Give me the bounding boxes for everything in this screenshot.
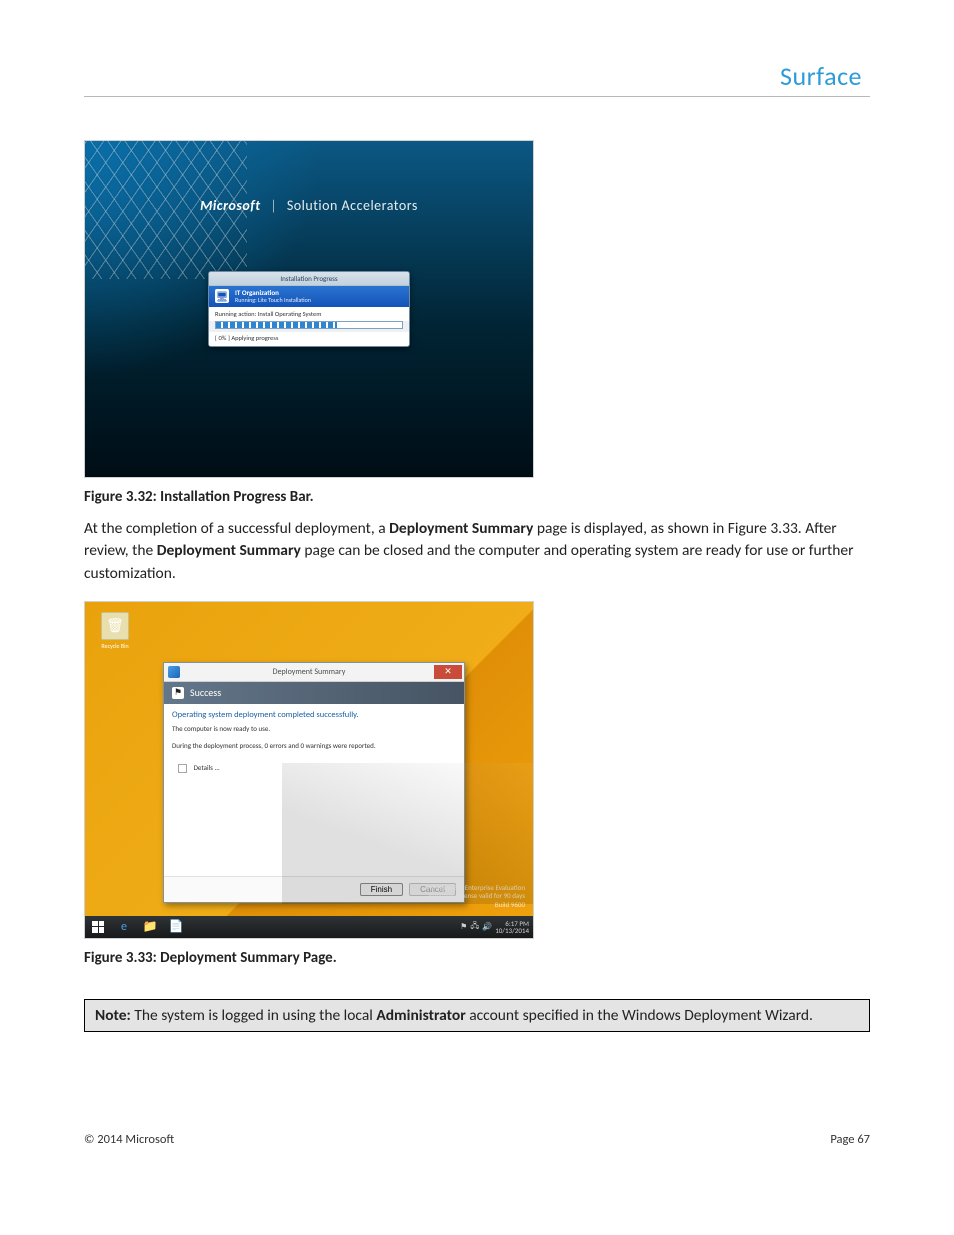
- brand-separator: |: [270, 197, 277, 214]
- errors-warnings-text: During the deployment process, 0 errors …: [172, 741, 456, 750]
- ready-text: The computer is now ready to use.: [172, 724, 456, 733]
- watermark-line3: Build 9600: [426, 901, 525, 910]
- flag-icon: ⚑: [172, 687, 184, 699]
- dialog-body: Operating system deployment completed su…: [164, 704, 464, 876]
- taskbar-clock[interactable]: 6:17 PM 10/13/2014: [495, 920, 529, 934]
- para-bold-2: Deployment Summary: [157, 541, 301, 560]
- note-text: account specified in the Windows Deploym…: [466, 1006, 813, 1025]
- ie-taskbar-button[interactable]: e: [111, 916, 137, 938]
- cancel-button: Cancel: [409, 883, 456, 896]
- app-taskbar-button[interactable]: 📄: [163, 916, 189, 938]
- flag-tray-icon[interactable]: ⚑: [460, 922, 467, 932]
- close-button[interactable]: ✕: [434, 665, 462, 679]
- document-page: Surface Microsoft | Solution Accelerator…: [0, 0, 954, 1235]
- trash-icon: [101, 612, 129, 640]
- running-action-text: Running action: Install Operating System: [209, 307, 409, 321]
- org-name: IT Organization: [235, 289, 311, 296]
- recycle-bin-icon[interactable]: Recycle Bin: [95, 612, 135, 650]
- network-tray-icon[interactable]: 🖧: [470, 920, 479, 934]
- app-icon: [168, 666, 180, 678]
- progress-bar: [215, 321, 403, 329]
- panel-org-row: 🖥 IT Organization Running: Lite Touch In…: [209, 286, 409, 307]
- header-rule: [84, 96, 870, 97]
- watermark-line1: Windows 8.1 Enterprise Evaluation: [426, 884, 525, 893]
- file-explorer-taskbar-button[interactable]: 📁: [137, 916, 163, 938]
- watermark-line2: Windows License valid for 90 days: [426, 892, 525, 901]
- progress-status-text: [ 0% ] Applying progress: [209, 332, 409, 346]
- desktop-watermark: Windows 8.1 Enterprise Evaluation Window…: [426, 884, 525, 910]
- win8-desktop: Recycle Bin Deployment Summary ✕ ⚑ Succe…: [85, 602, 533, 938]
- success-label: Success: [190, 686, 221, 699]
- note-bold: Administrator: [376, 1006, 465, 1025]
- dialog-button-row: Finish Cancel: [164, 876, 464, 902]
- page-content: Microsoft | Solution Accelerators Instal…: [84, 140, 870, 1032]
- copyright-text: © 2014 Microsoft: [84, 1132, 174, 1147]
- mdt-screenshot: Microsoft | Solution Accelerators Instal…: [85, 141, 533, 477]
- note-box: Note: The system is logged in using the …: [84, 999, 870, 1032]
- details-label: Details ...: [194, 763, 220, 772]
- page-footer: © 2014 Microsoft Page 67: [84, 1132, 870, 1147]
- volume-tray-icon[interactable]: 🔊: [482, 922, 492, 932]
- body-paragraph: At the completion of a successful deploy…: [84, 518, 870, 585]
- taskbar: e 📁 📄 ⚑ 🖧 🔊 6:17 PM 10/13/2014: [85, 916, 533, 938]
- page-number: Page 67: [830, 1132, 870, 1147]
- para-bold-1: Deployment Summary: [389, 519, 533, 538]
- system-tray: ⚑ 🖧 🔊 6:17 PM 10/13/2014: [460, 920, 533, 934]
- figure1-caption: Figure 3.32: Installation Progress Bar.: [84, 488, 870, 506]
- dialog-titlebar: Deployment Summary ✕: [164, 663, 464, 682]
- dialog-title: Deployment Summary: [184, 667, 434, 677]
- windows-logo-icon: [92, 921, 104, 933]
- details-toggle[interactable]: Details ...: [172, 763, 220, 772]
- computer-icon: 🖥: [215, 289, 229, 303]
- finish-button[interactable]: Finish: [360, 883, 403, 896]
- header-brand: Surface: [780, 60, 862, 92]
- figure-installation-progress: Microsoft | Solution Accelerators Instal…: [84, 140, 534, 478]
- clock-date: 10/13/2014: [495, 927, 529, 934]
- para-text: At the completion of a successful deploy…: [84, 519, 389, 538]
- start-button[interactable]: [85, 916, 111, 938]
- mdt-brand: Microsoft | Solution Accelerators: [85, 197, 533, 214]
- success-headline: Operating system deployment completed su…: [172, 710, 456, 720]
- deployment-summary-dialog: Deployment Summary ✕ ⚑ Success Operating…: [163, 662, 465, 903]
- details-checkbox[interactable]: [178, 764, 187, 773]
- figure-deployment-summary: Recycle Bin Deployment Summary ✕ ⚑ Succe…: [84, 601, 534, 939]
- note-text: The system is logged in using the local: [131, 1006, 377, 1025]
- success-banner: ⚑ Success: [164, 682, 464, 704]
- recycle-bin-label: Recycle Bin: [95, 642, 135, 650]
- running-text: Running: Lite Touch Installation: [235, 296, 311, 304]
- panel-title: Installation Progress: [209, 272, 409, 286]
- microsoft-logo-text: Microsoft: [200, 197, 260, 214]
- figure2-caption: Figure 3.33: Deployment Summary Page.: [84, 949, 870, 967]
- solution-accelerators-text: Solution Accelerators: [287, 197, 418, 214]
- install-progress-panel: Installation Progress 🖥 IT Organization …: [208, 271, 410, 347]
- note-label: Note:: [95, 1006, 131, 1025]
